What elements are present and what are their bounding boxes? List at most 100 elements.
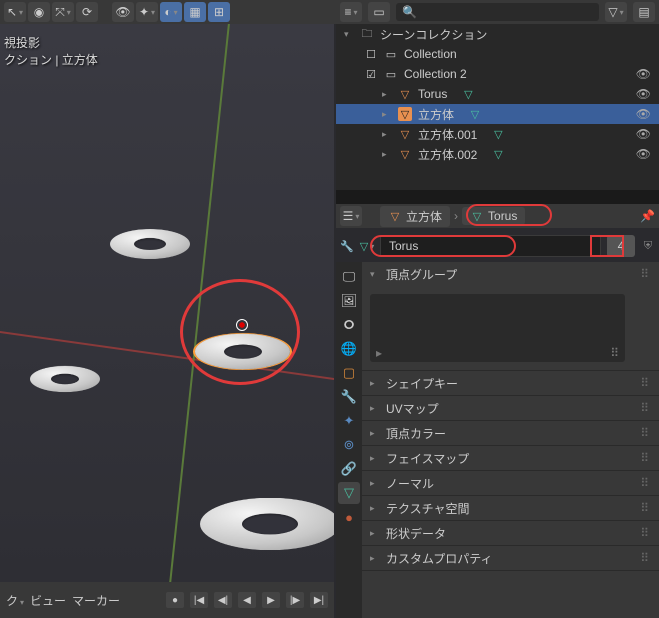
drag-handle-icon[interactable]: ⠿	[640, 476, 651, 490]
disclosure-icon[interactable]: ▸	[382, 129, 392, 140]
jump-start-icon[interactable]: |◀	[190, 592, 208, 608]
tab-render[interactable]: 🖵	[338, 266, 360, 288]
keyframe-next-icon[interactable]: |▶	[286, 592, 304, 608]
tab-material[interactable]: ●	[338, 506, 360, 528]
visibility-icon[interactable]: 👁	[636, 67, 651, 81]
collection-icon: ▭	[384, 67, 398, 81]
drag-handle-icon[interactable]: ⠿	[640, 267, 651, 281]
jump-end-icon[interactable]: ▶|	[310, 592, 328, 608]
list-grip-icon[interactable]: ⠿	[610, 346, 619, 360]
orbit-icon[interactable]: ◉	[28, 2, 50, 22]
disclosure-icon: ▸	[370, 478, 380, 489]
user-count[interactable]: 4	[607, 235, 635, 257]
visibility-icon[interactable]: 👁	[636, 147, 651, 161]
panel-header[interactable]: ▸ ノーマル ⠿	[362, 471, 659, 495]
mesh-data-browse-icon[interactable]: ▽▾	[360, 239, 374, 253]
panel-header[interactable]: ▸ UVマップ ⠿	[362, 396, 659, 420]
list-expand-icon[interactable]: ▸	[376, 346, 382, 360]
mesh-data-icon: ▽	[468, 107, 482, 121]
filter-icon[interactable]: ▽▾	[605, 2, 627, 22]
tab-output[interactable]: 🖼	[338, 290, 360, 312]
panel-header[interactable]: ▸ カスタムプロパティ ⠿	[362, 546, 659, 570]
disclosure-icon[interactable]: ▸	[382, 89, 392, 100]
shading-wire-icon[interactable]: ⊞	[208, 2, 230, 22]
playback-dropdown[interactable]: ク▾	[6, 592, 24, 609]
drag-handle-icon[interactable]: ⠿	[640, 426, 651, 440]
checkbox-icon[interactable]: ☐	[364, 47, 378, 61]
torus-object[interactable]	[30, 366, 100, 392]
properties-panels[interactable]: ▾ 頂点グループ ⠿ ▸ ⠿ ＋ ▾ ▸ シェイプキー ⠿ ▸ UV	[362, 262, 659, 618]
filter-restrict-icon[interactable]: ▤	[633, 2, 655, 22]
panel-header[interactable]: ▸ テクスチャ空間 ⠿	[362, 496, 659, 520]
drag-handle-icon[interactable]: ⠿	[640, 401, 651, 415]
tab-constraints[interactable]: 🔗	[338, 458, 360, 480]
breadcrumb-data[interactable]: ▽ Torus	[462, 207, 525, 225]
marker-menu[interactable]: マーカー	[72, 592, 120, 609]
visibility-icon[interactable]: 👁	[636, 107, 651, 121]
checkbox-icon[interactable]: ☑	[364, 67, 378, 81]
tab-scene[interactable]: 🞇	[338, 314, 360, 336]
tab-particles[interactable]: ✦	[338, 410, 360, 432]
drag-handle-icon[interactable]: ⠿	[640, 526, 651, 540]
mesh-data-icon: ▽	[461, 87, 475, 101]
rotate-icon[interactable]: ⟳	[76, 2, 98, 22]
display-mode-icon[interactable]: ≡▾	[340, 2, 362, 22]
shield-icon[interactable]: ⛨	[641, 239, 655, 253]
new-collection-icon[interactable]: ▭	[368, 2, 390, 22]
gizmo-icon[interactable]: ✦▾	[136, 2, 158, 22]
disclosure-icon: ▾	[370, 269, 380, 280]
panel-header[interactable]: ▸ シェイプキー ⠿	[362, 371, 659, 395]
pin-icon[interactable]: 📌	[640, 209, 655, 223]
object-row[interactable]: ▸ ▽ 立方体.002 ▽ 👁	[336, 144, 659, 164]
autokey-icon[interactable]: ●	[166, 592, 184, 608]
object-row[interactable]: ▸ ▽ 立方体.001 ▽ 👁	[336, 124, 659, 144]
torus-object-selected[interactable]	[195, 334, 290, 370]
disclosure-icon[interactable]: ▾	[344, 29, 354, 40]
visibility-icon[interactable]: 👁	[636, 87, 651, 101]
disclosure-icon[interactable]: ▸	[382, 109, 392, 120]
options-icon[interactable]: ☰▾	[340, 206, 362, 226]
disclosure-icon[interactable]: ▸	[382, 149, 392, 160]
panel-header[interactable]: ▸ フェイスマップ ⠿	[362, 446, 659, 470]
torus-object[interactable]	[110, 229, 190, 259]
overlay-icon[interactable]: ◐▾	[160, 2, 182, 22]
xray-icon[interactable]: ▦	[184, 2, 206, 22]
collection-row[interactable]: ☐ ▭ Collection	[336, 44, 659, 64]
drag-handle-icon[interactable]: ⠿	[640, 376, 651, 390]
3d-viewport[interactable]: 視投影 クション | 立方体	[0, 24, 334, 582]
visibility-icon[interactable]: 👁	[112, 2, 134, 22]
drag-handle-icon[interactable]: ⠿	[640, 551, 651, 565]
tab-world[interactable]: 🌐	[338, 338, 360, 360]
outliner-search[interactable]: 🔍	[396, 3, 599, 21]
breadcrumb-object[interactable]: ▽ 立方体	[380, 206, 450, 227]
breadcrumb-label: Torus	[488, 209, 517, 223]
cursor-tool-icon[interactable]: ↖▾	[4, 2, 26, 22]
visibility-icon[interactable]: 👁	[636, 127, 651, 141]
panel-vertex-groups: ▾ 頂点グループ ⠿ ▸ ⠿ ＋ ▾	[362, 262, 659, 371]
collection-label: Collection 2	[404, 67, 467, 81]
panel-title: 頂点グループ	[386, 266, 457, 283]
torus-object[interactable]	[200, 498, 334, 550]
object-row-selected[interactable]: ▸ ▽ 立方体 ▽ 👁	[336, 104, 659, 124]
tab-data[interactable]: ▽	[338, 482, 360, 504]
panel-header[interactable]: ▸ 形状データ ⠿	[362, 521, 659, 545]
tab-modifiers[interactable]: 🔧	[338, 386, 360, 408]
tab-physics[interactable]: ⊚	[338, 434, 360, 456]
panel-title: テクスチャ空間	[386, 500, 470, 517]
view-menu[interactable]: ビュー	[30, 592, 66, 609]
drag-handle-icon[interactable]: ⠿	[640, 501, 651, 515]
data-name-field[interactable]: Torus	[380, 235, 601, 257]
play-reverse-icon[interactable]: ◀	[238, 592, 256, 608]
keyframe-prev-icon[interactable]: ◀|	[214, 592, 232, 608]
tab-object[interactable]: ▢	[338, 362, 360, 384]
drag-handle-icon[interactable]: ⠿	[640, 451, 651, 465]
panel-header[interactable]: ▸ 頂点カラー ⠿	[362, 421, 659, 445]
outliner[interactable]: ▾ 🗀 シーンコレクション ☐ ▭ Collection ☑ ▭ Collect…	[336, 24, 659, 190]
collection-row[interactable]: ☑ ▭ Collection 2 👁	[336, 64, 659, 84]
vertex-group-list[interactable]: ▸ ⠿	[370, 294, 625, 362]
play-icon[interactable]: ▶	[262, 592, 280, 608]
panel-header[interactable]: ▾ 頂点グループ ⠿	[362, 262, 659, 286]
scene-collection-row[interactable]: ▾ 🗀 シーンコレクション	[336, 24, 659, 44]
object-row[interactable]: ▸ ▽ Torus ▽ 👁	[336, 84, 659, 104]
move-icon[interactable]: ⤧▾	[52, 2, 74, 22]
